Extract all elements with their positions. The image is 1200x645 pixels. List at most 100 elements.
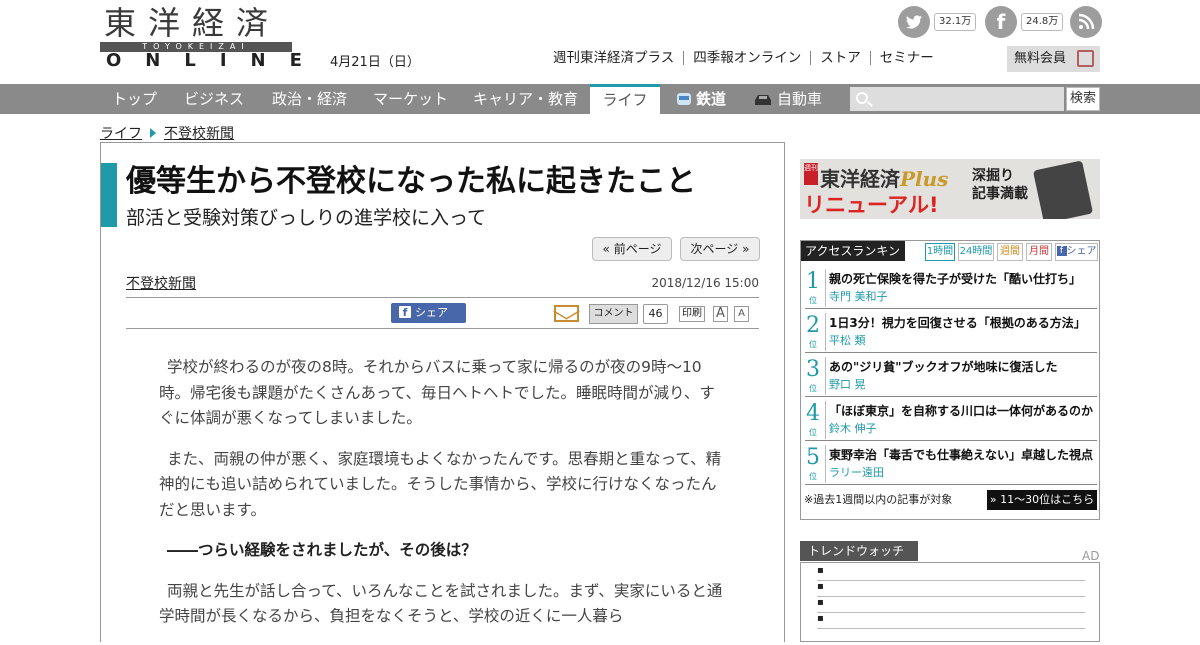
tab-share[interactable]: f シェア [1055,243,1098,261]
tab-1hour[interactable]: 1時間 [925,243,955,261]
breadcrumb-futoko[interactable]: 不登校新聞 [164,123,234,143]
nav-railway-label: 鉄道 [696,90,727,108]
facebook-icon[interactable]: f [985,6,1017,38]
trend-item[interactable]: ▪ [817,614,1085,629]
nav-life[interactable]: ライフ [590,84,660,114]
rank-position-label: 位 [809,340,817,349]
ranking-author[interactable]: ラリー遠田 [829,464,884,480]
twitter-icon[interactable] [898,6,930,38]
nav-politics-economy[interactable]: 政治・経済 [272,84,347,114]
breadcrumb: ライフ 不登校新聞 [100,123,234,143]
print-button[interactable]: 印刷 [679,306,705,322]
ad-name-text: 東洋経済 [820,167,900,191]
divider [825,313,826,351]
ranking-item[interactable]: 2 位 1日3分！視力を回復させる「根拠のある方法」 平松 類 [805,311,1097,353]
article-title: 優等生から不登校になった私に起きたこと [126,164,696,199]
divider [126,328,759,329]
free-member-button[interactable]: 無料会員 [1007,46,1100,72]
divider [825,401,826,439]
nav-career-education[interactable]: キャリア・教育 [473,84,578,114]
ranking-item[interactable]: 1 位 親の死亡保険を得た子が受けた「酷い仕打ち」 寺門 美和子 [805,267,1097,309]
next-page-button[interactable]: 次ページ » [680,237,760,261]
search-input[interactable] [850,87,1064,111]
link-shikiho[interactable]: 四季報オンライン [683,51,810,65]
ranking-more-link[interactable]: » 11～30位はこちら [987,490,1097,510]
ranking-headline[interactable]: 東野幸治「毒舌でも仕事絶えない」卓越した視点 [829,447,1097,463]
breadcrumb-life[interactable]: ライフ [100,123,142,143]
trend-watch-box: ▪ ▪ ▪ ▪ [800,562,1100,642]
divider [825,357,826,395]
rank-number: 1 [806,269,820,294]
trend-item[interactable]: ▪ [817,598,1085,613]
divider [126,297,759,298]
ranking-author[interactable]: 平松 類 [829,332,866,348]
access-ranking: アクセスランキング 1時間 24時間 週間 月間 f シェア 1 位 親の死亡保険… [800,240,1100,520]
search-button[interactable]: 検索 [1066,87,1100,111]
top-links: 週刊東洋経済プラス 四季報オンライン ストア セミナー [544,51,943,65]
share-label: シェア [415,306,448,319]
nav-top[interactable]: トップ [112,84,157,114]
comment-count: 46 [643,304,668,324]
ad-name: 東洋経済Plus [820,163,948,192]
social-counters: 32.1万 f 24.8万 [898,6,1102,38]
nav-railway[interactable]: 鉄道 [675,84,726,114]
divider [825,445,826,483]
train-icon [677,92,691,105]
comment-button[interactable]: コメント [589,304,638,324]
ranking-author[interactable]: 野口 晃 [829,376,866,392]
ranking-headline[interactable]: 1日3分！視力を回復させる「根拠のある方法」 [829,315,1097,331]
ad-plus: Plus [900,167,949,191]
ranking-item[interactable]: 5 位 東野幸治「毒舌でも仕事絶えない」卓越した視点 ラリー遠田 [805,443,1097,485]
site-header: 東洋経済 TOYOKEIZAI ONLINE 4月21日（日） 32.1万 f … [0,0,1200,84]
mail-icon[interactable] [554,305,579,322]
site-logo[interactable]: 東洋経済 TOYOKEIZAI ONLINE [100,4,302,70]
font-small-button[interactable]: A [734,306,749,322]
car-icon [755,94,771,105]
tab-weekly[interactable]: 週間 [997,243,1023,261]
ranking-author[interactable]: 寺門 美和子 [829,288,888,304]
link-store[interactable]: ストア [810,51,870,65]
ranking-headline[interactable]: あの"ジリ貧"ブックオフが地味に復活した [829,359,1097,375]
rank-position-label: 位 [809,384,817,393]
member-label: 無料会員 [1014,51,1067,66]
article-container: 優等生から不登校になった私に起きたこと 部活と受験対策びっしりの進学校に入って … [100,142,785,642]
rss-icon[interactable] [1070,6,1102,38]
ad-weekly: 週刊 [804,163,818,185]
trend-item[interactable]: ▪ [817,566,1085,581]
trend-watch-title: トレンドウォッチ [800,541,918,561]
prev-page-button[interactable]: « 前ページ [592,237,672,261]
ranking-tabs: アクセスランキング 1時間 24時間 週間 月間 f シェア [801,241,1099,278]
rank-number: 5 [806,445,820,470]
ad-desc: 深掘り 記事満載 [972,167,1028,203]
ranking-item[interactable]: 3 位 あの"ジリ貧"ブックオフが地味に復活した 野口 晃 [805,355,1097,397]
gift-icon [1077,50,1094,67]
ranking-headline[interactable]: 親の死亡保険を得た子が受けた「酷い仕打ち」 [829,271,1097,287]
nav-market[interactable]: マーケット [373,84,448,114]
font-large-button[interactable]: A [713,306,728,322]
logo-kanji: 東洋経済 [104,4,281,42]
rank-number: 3 [806,357,820,382]
facebook-share-button[interactable]: f シェア [391,303,466,323]
ranking-note: ※過去1週間以内の記事が対象 [804,493,953,506]
nav-business[interactable]: ビジネス [184,84,244,114]
tab-share-label: シェア [1066,246,1097,257]
nav-car[interactable]: 自動車 [752,84,822,114]
trend-item[interactable]: ▪ [817,582,1085,597]
rank-position-label: 位 [809,296,817,305]
article-paragraph: また、両親の仲が悪く、家庭環境もよくなかったんです。思春期と重なって、精神的にも… [159,449,722,519]
tab-24hour[interactable]: 24時間 [958,243,994,261]
weekly-plus-banner[interactable]: 週刊 東洋経済Plus リニューアル! 深掘り 記事満載 [800,159,1100,219]
smartphone-image [1032,160,1094,219]
ranking-headline[interactable]: 「ほぼ東京」を自称する川口は一体何があるのか [829,403,1097,419]
link-seminar[interactable]: セミナー [869,51,943,65]
main-nav: トップ ビジネス 政治・経済 マーケット キャリア・教育 ライフ 鉄道 自動車 … [0,84,1200,114]
link-weekly-plus[interactable]: 週刊東洋経済プラス [544,51,683,65]
twitter-count: 32.1万 [934,13,977,31]
ranking-item[interactable]: 4 位 「ほぼ東京」を自称する川口は一体何があるのか 鈴木 伸子 [805,399,1097,441]
facebook-count: 24.8万 [1021,13,1064,31]
tab-monthly[interactable]: 月間 [1026,243,1052,261]
ranking-author[interactable]: 鈴木 伸子 [829,420,877,436]
divider [825,269,826,307]
rank-number: 2 [806,313,820,338]
article-category[interactable]: 不登校新聞 [126,273,196,293]
